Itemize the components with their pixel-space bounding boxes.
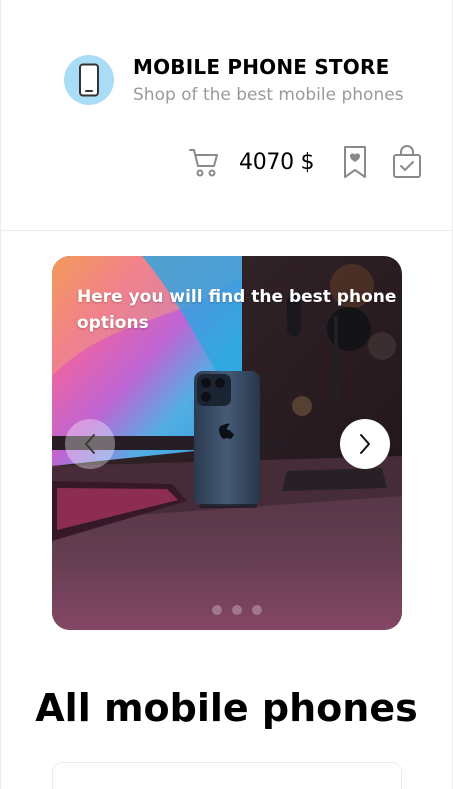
site-header: MOBILE PHONE STORE Shop of the best mobi…	[0, 0, 453, 231]
orders-button[interactable]	[392, 145, 422, 179]
carousel-prev-button[interactable]	[65, 419, 115, 469]
hero-carousel[interactable]: Here you will find the best phone option…	[52, 256, 402, 630]
store-title: MOBILE PHONE STORE	[133, 55, 390, 79]
slide-caption: Here you will find the best phone option…	[77, 287, 397, 333]
carousel-dots	[212, 605, 272, 615]
cart-button[interactable]	[188, 146, 220, 178]
carousel-dot-2[interactable]	[232, 605, 242, 615]
chevron-right-icon	[360, 434, 370, 454]
bookmark-heart-icon	[344, 146, 367, 178]
store-subtitle: Shop of the best mobile phones	[133, 85, 404, 105]
section-title: All mobile phones	[35, 686, 418, 730]
chevron-left-icon	[85, 434, 95, 454]
brand-block[interactable]: MOBILE PHONE STORE Shop of the best mobi…	[64, 55, 404, 105]
phone-icon	[79, 63, 99, 97]
carousel-next-button[interactable]	[340, 419, 390, 469]
cart-total[interactable]: 4070 $	[239, 150, 314, 175]
bookmarks-button[interactable]	[342, 145, 368, 179]
store-logo	[64, 55, 114, 105]
header-actions: 4070 $	[188, 145, 422, 179]
shopping-bag-check-icon	[393, 145, 422, 178]
carousel-dot-1[interactable]	[212, 605, 222, 615]
product-card[interactable]	[52, 762, 402, 789]
carousel-dot-3[interactable]	[252, 605, 262, 615]
cart-icon	[189, 149, 218, 177]
